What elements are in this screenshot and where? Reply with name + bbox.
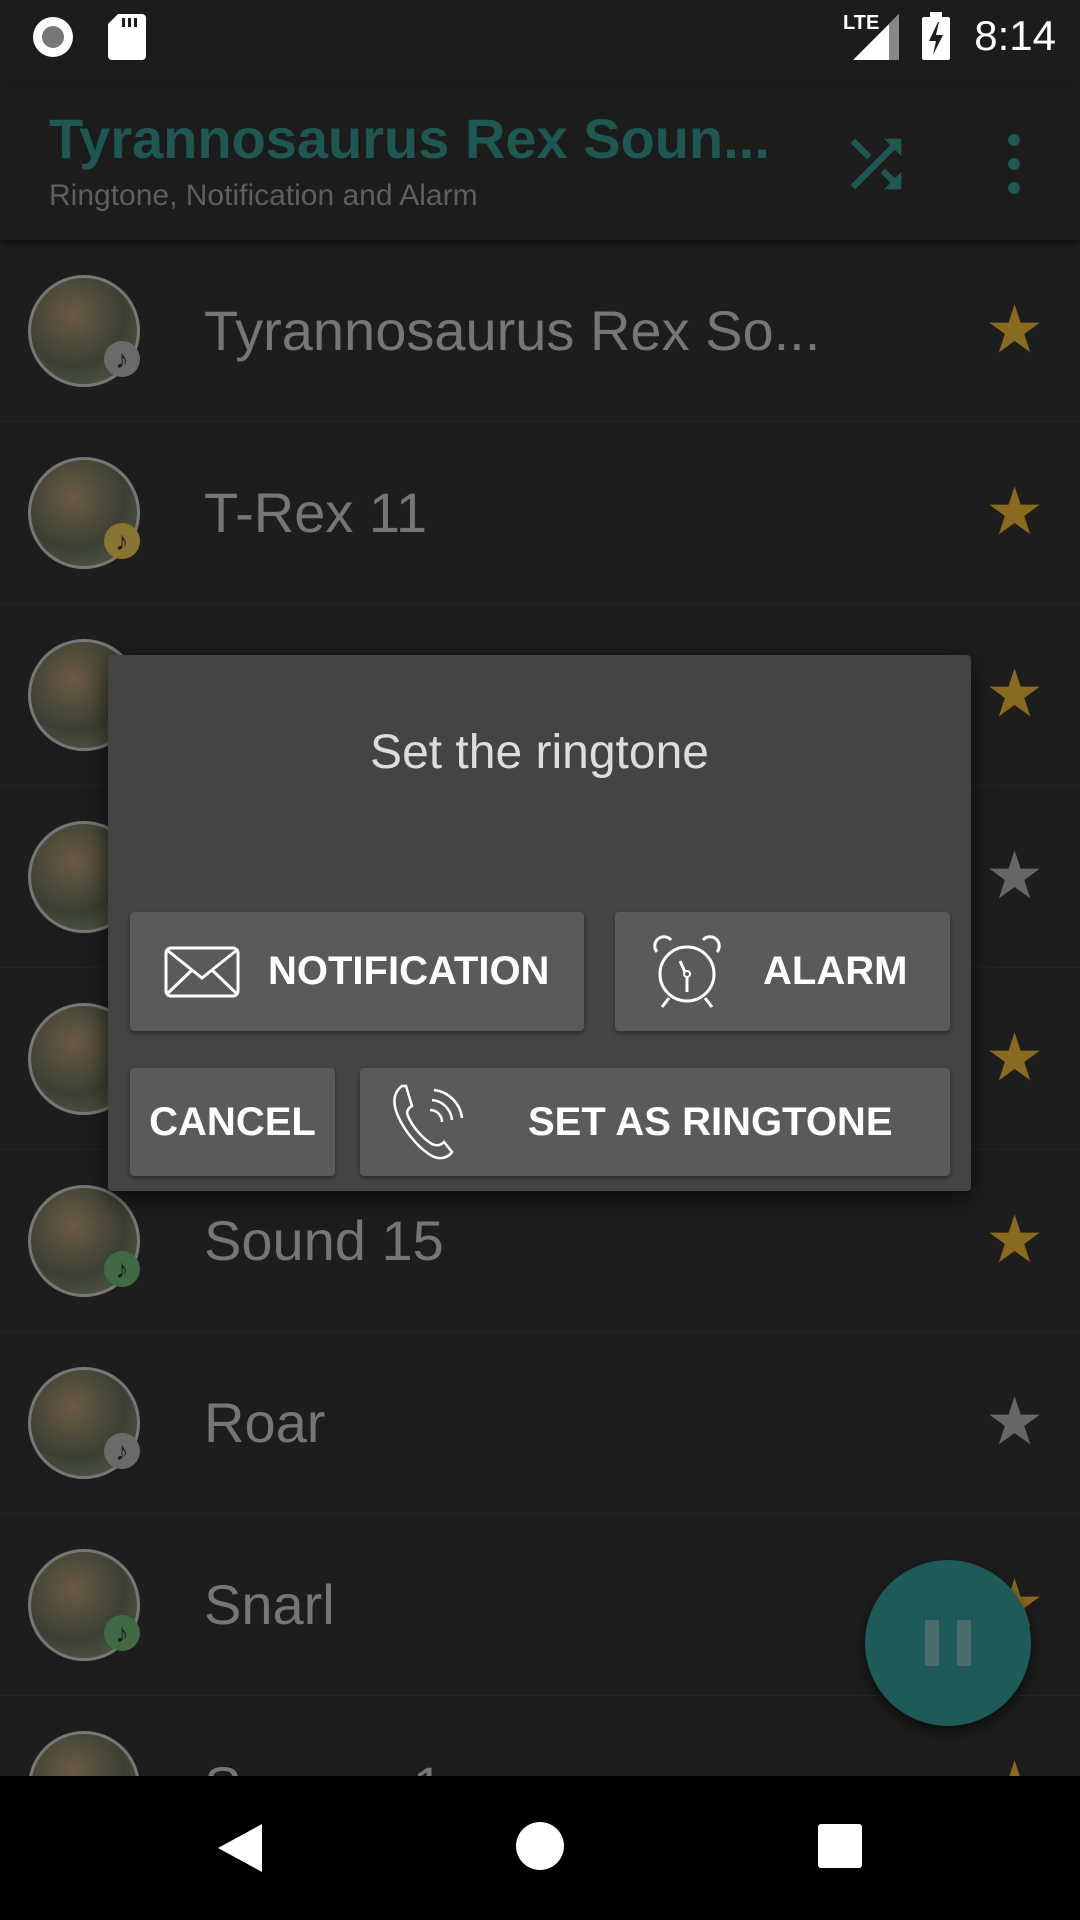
app-toolbar: Tyrannosaurus Rex Soun... Ringtone, Noti…	[0, 86, 1080, 240]
app-subtitle: Ringtone, Notification and Alarm	[49, 179, 478, 212]
pause-icon	[925, 1620, 971, 1666]
sound-name: Roar	[204, 1391, 326, 1454]
set-as-ringtone-label: SET AS RINGTONE	[528, 1099, 893, 1144]
home-icon[interactable]	[514, 1820, 566, 1872]
alarm-clock-icon	[653, 934, 721, 1008]
list-item[interactable]: ♪ Tyrannosaurus Rex So... ★	[0, 240, 1080, 422]
app-title: Tyrannosaurus Rex Soun...	[49, 107, 770, 170]
recents-icon[interactable]	[816, 1822, 864, 1870]
star-icon[interactable]: ★	[985, 1024, 1044, 1090]
notification-button[interactable]: NOTIFICATION	[130, 912, 584, 1031]
music-note-icon: ♪	[104, 1615, 140, 1651]
music-note-icon: ♪	[104, 523, 140, 559]
sound-name: Sound 15	[204, 1209, 444, 1272]
back-icon[interactable]	[210, 1820, 266, 1876]
status-bar: LTE 8:14	[0, 0, 1080, 86]
envelope-icon	[164, 946, 240, 997]
music-note-icon: ♪	[104, 1251, 140, 1287]
alarm-button[interactable]: ALARM	[615, 912, 950, 1031]
music-note-icon: ♪	[104, 341, 140, 377]
star-icon[interactable]: ★	[985, 842, 1044, 908]
set-as-ringtone-button[interactable]: SET AS RINGTONE	[360, 1068, 950, 1176]
more-vert-icon[interactable]	[996, 126, 1032, 202]
star-icon[interactable]: ★	[985, 660, 1044, 726]
shuffle-icon[interactable]	[838, 126, 914, 202]
record-icon	[33, 17, 73, 57]
signal-icon	[853, 14, 899, 60]
phone-ringing-icon	[393, 1084, 464, 1160]
notification-label: NOTIFICATION	[268, 949, 550, 993]
set-ringtone-dialog: Set the ringtone NOTIFICATION ALARM CANC…	[108, 655, 971, 1191]
pause-button[interactable]	[865, 1560, 1031, 1726]
navigation-bar	[0, 1776, 1080, 1920]
star-icon[interactable]: ★	[985, 296, 1044, 362]
sound-name: Snarl	[204, 1573, 335, 1636]
cancel-label: CANCEL	[149, 1099, 316, 1144]
sound-name: Tyrannosaurus Rex So...	[204, 299, 821, 362]
music-note-icon: ♪	[104, 1433, 140, 1469]
alarm-label: ALARM	[763, 949, 908, 993]
star-icon[interactable]: ★	[985, 1206, 1044, 1272]
dialog-title: Set the ringtone	[370, 726, 709, 779]
star-icon[interactable]: ★	[985, 478, 1044, 544]
sd-card-icon	[108, 14, 146, 60]
sound-name: T-Rex 11	[204, 481, 428, 544]
battery-charging-icon	[922, 12, 950, 60]
list-item[interactable]: ♪ T-Rex 11 ★	[0, 422, 1080, 604]
star-icon[interactable]: ★	[985, 1388, 1044, 1454]
list-item[interactable]: ♪ Roar ★	[0, 1332, 1080, 1514]
cancel-button[interactable]: CANCEL	[130, 1068, 335, 1176]
clock: 8:14	[974, 12, 1056, 59]
